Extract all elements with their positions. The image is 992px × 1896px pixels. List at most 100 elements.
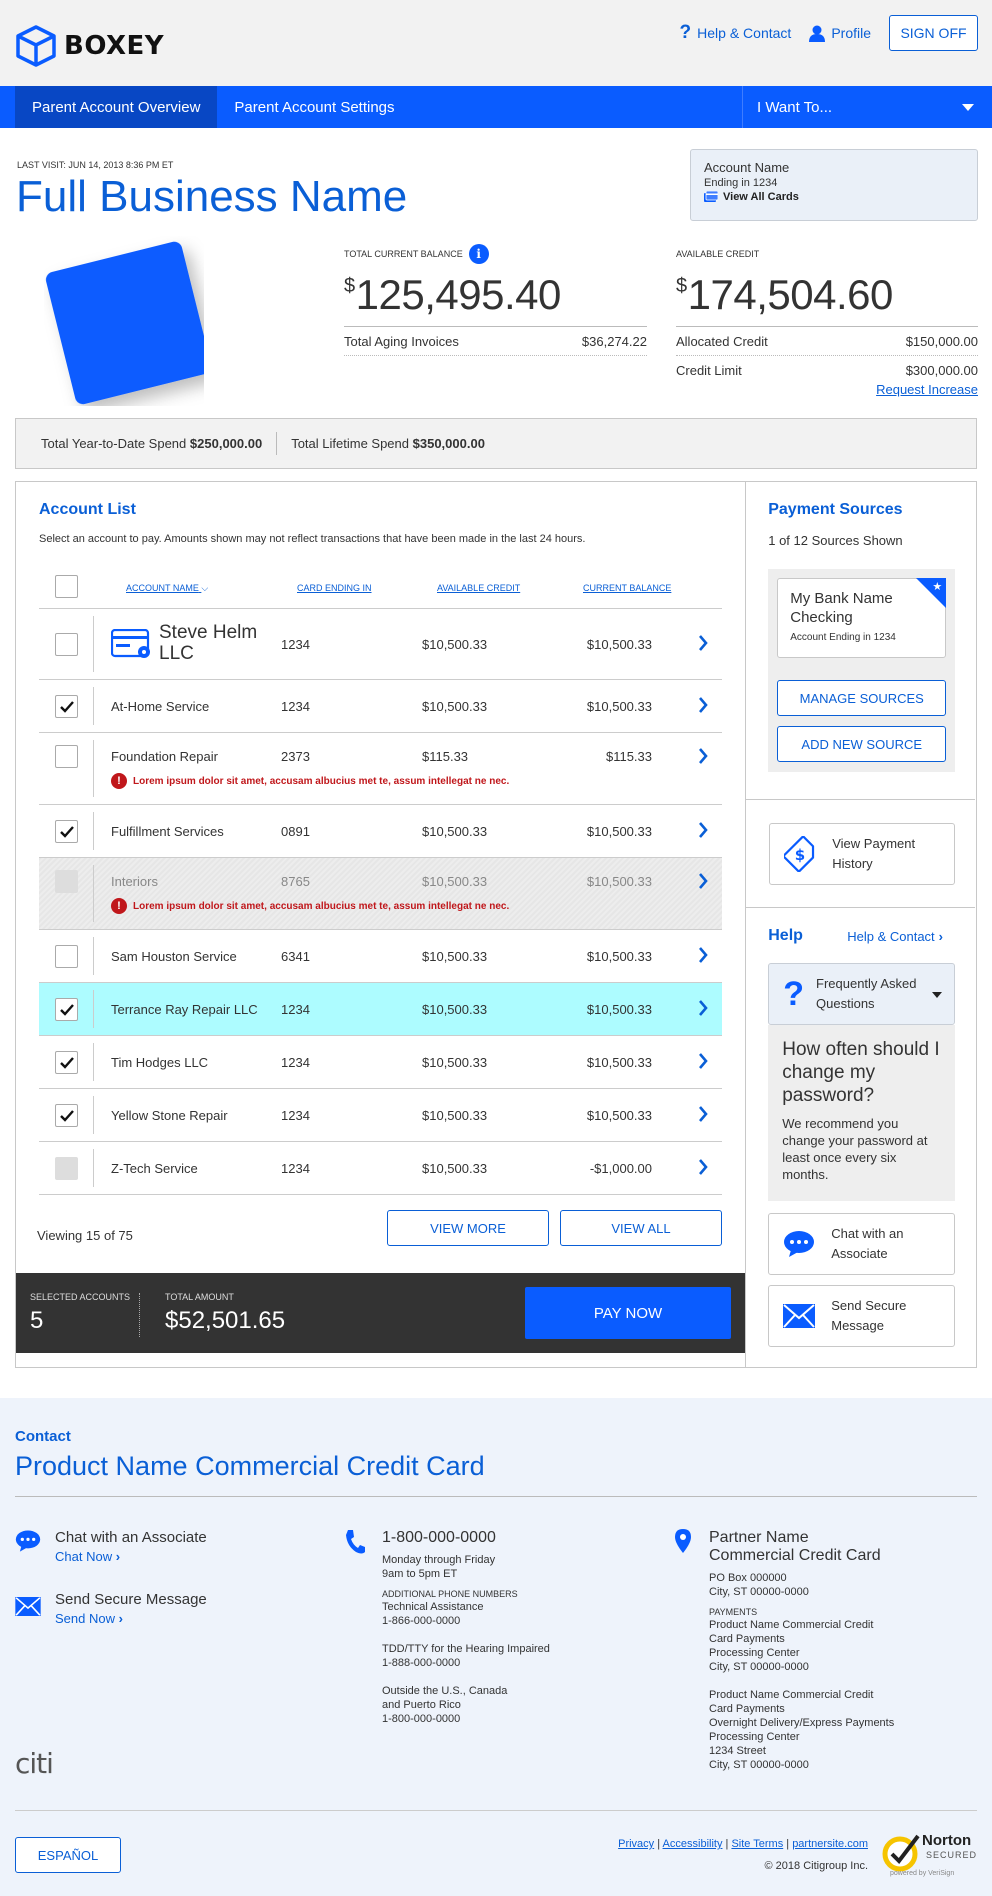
column-card-ending[interactable]: CARD ENDING IN [297, 583, 372, 593]
view-payment-history-button[interactable]: $ View Payment History [769, 823, 956, 885]
norton-check-icon [882, 1834, 920, 1872]
bank-source-card[interactable]: ★ My Bank Name Checking Account Ending i… [777, 578, 947, 658]
table-row[interactable]: Yellow Stone Repair 1234 $10,500.33 $10,500… [39, 1089, 722, 1142]
phone-number[interactable]: 1-800-000-0000 [382, 1529, 550, 1547]
question-icon: ? [679, 22, 692, 43]
viewing-count: Viewing 15 of 75 [37, 1228, 133, 1243]
column-available-credit[interactable]: AVAILABLE CREDIT [437, 583, 520, 593]
row-checkbox[interactable] [55, 1104, 78, 1127]
table-row[interactable]: Tim Hodges LLC 1234 $10,500.33 $10,500.33 [39, 1036, 722, 1089]
view-more-button[interactable]: VIEW MORE [387, 1210, 549, 1246]
account-name[interactable]: Yellow Stone Repair [111, 1108, 228, 1123]
add-new-source-button[interactable]: ADD NEW SOURCE [777, 726, 947, 762]
message-heading: Send Secure Message [55, 1591, 207, 1608]
faq-question: How often should I change my password? [782, 1039, 940, 1106]
account-name[interactable]: Tim Hodges LLC [111, 1055, 208, 1070]
boxey-logo[interactable]: BOXEY [14, 24, 164, 68]
account-name[interactable]: Sam Houston Service [111, 949, 237, 964]
row-checkbox[interactable] [55, 1157, 78, 1180]
chevron-right-icon[interactable] [698, 1105, 708, 1126]
partnersite-link[interactable]: partnersite.com [792, 1838, 868, 1850]
address-line: Card Payments [709, 1633, 785, 1645]
info-icon[interactable]: i [468, 244, 489, 264]
chevron-right-icon[interactable] [698, 696, 708, 717]
envelope-icon [15, 1597, 41, 1616]
profile-link[interactable]: Profile [809, 25, 871, 42]
column-account-name[interactable]: ACCOUNT NAME ⌵ [126, 583, 208, 594]
select-all-checkbox[interactable] [55, 575, 78, 598]
account-name[interactable]: Terrance Ray Repair LLC [111, 1002, 258, 1017]
site-terms-link[interactable]: Site Terms [731, 1838, 783, 1850]
chevron-right-icon[interactable] [698, 634, 708, 655]
account-name[interactable]: At-Home Service [111, 699, 209, 714]
table-row[interactable]: Foundation Repair 2373 $115.33 $115.33! Lore… [39, 733, 722, 805]
row-checkbox[interactable] [55, 945, 78, 968]
chevron-right-icon[interactable] [698, 747, 708, 768]
row-checkbox[interactable] [55, 633, 78, 656]
chevron-right-icon[interactable] [698, 1158, 708, 1179]
row-checkbox[interactable] [55, 998, 78, 1021]
account-name[interactable]: Z-Tech Service [111, 1161, 198, 1176]
account-summary: LAST VISIT: JUN 14, 2013 8:36 PM ET Full… [0, 128, 992, 418]
table-row[interactable]: At-Home Service 1234 $10,500.33 $10,500.33 [39, 680, 722, 733]
norton-secured-badge[interactable]: Norton SECURED powered by VeriSign [882, 1828, 978, 1882]
user-icon [809, 25, 826, 42]
view-all-button[interactable]: VIEW ALL [560, 1210, 722, 1246]
table-row[interactable]: Interiors 8765 $10,500.33 $10,500.33! Lorem … [39, 858, 722, 930]
available-credit-section: AVAILABLE CREDIT $174,504.60 Allocated C… [676, 243, 978, 397]
address-line: City, ST 00000-0000 [709, 1586, 809, 1598]
table-row[interactable]: Z-Tech Service 1234 $10,500.33 -$1,000.00 [39, 1142, 722, 1195]
card-ending: 2373 [281, 749, 310, 764]
contact-title: Product Name Commercial Credit Card [15, 1451, 485, 1481]
account-selector-box[interactable]: Account Name Ending in 1234 View All Car… [690, 149, 978, 221]
chevron-right-icon[interactable] [698, 999, 708, 1020]
available-credit: $10,500.33 [422, 874, 488, 889]
row-checkbox[interactable] [55, 695, 78, 718]
faq-dropdown[interactable]: ? Frequently Asked Questions [768, 963, 956, 1025]
help-contact-link[interactable]: ? Help & Contact [680, 22, 792, 44]
table-row[interactable]: Steve Helm LLC 1234 $10,500.33 $10,500.33 [39, 609, 722, 680]
chevron-right-icon[interactable] [698, 821, 708, 842]
divider [93, 687, 94, 725]
sidebar-help-contact-link[interactable]: Help & Contact › [847, 929, 943, 944]
available-credit: $10,500.33 [422, 1055, 488, 1070]
aging-label: Total Aging Invoices [344, 334, 459, 349]
row-checkbox[interactable] [55, 820, 78, 843]
bank-name: My Bank Name Checking [790, 590, 893, 626]
espanol-button[interactable]: ESPAÑOL [15, 1837, 121, 1873]
contact-address: Partner Name Commercial Credit Card PO B… [675, 1529, 894, 1772]
chat-associate-button[interactable]: Chat with an Associate [768, 1213, 956, 1275]
account-name[interactable]: Foundation Repair [111, 749, 218, 764]
footer: ESPAÑOL Privacy | Accessibility | Site T… [0, 1810, 992, 1896]
table-row[interactable]: Terrance Ray Repair LLC 1234 $10,500.33 $10… [39, 983, 722, 1036]
account-name[interactable]: Fulfillment Services [111, 824, 224, 839]
send-secure-message-button[interactable]: Send Secure Message [768, 1285, 956, 1347]
i-want-to-dropdown[interactable]: I Want To... [742, 86, 992, 128]
chat-now-link[interactable]: Chat Now › [55, 1549, 207, 1564]
allocated-label: Allocated Credit [676, 334, 768, 349]
tab-parent-account-settings[interactable]: Parent Account Settings [217, 86, 411, 128]
row-checkbox[interactable] [55, 1051, 78, 1074]
column-current-balance[interactable]: CURRENT BALANCE [583, 583, 671, 593]
privacy-link[interactable]: Privacy [618, 1838, 654, 1850]
chevron-right-icon[interactable] [698, 872, 708, 893]
account-name[interactable]: Steve Helm LLC [159, 622, 279, 664]
chevron-right-icon[interactable] [698, 946, 708, 967]
address-line: Processing Center [709, 1731, 800, 1743]
pay-now-button[interactable]: PAY NOW [525, 1287, 731, 1339]
manage-sources-button[interactable]: MANAGE SOURCES [777, 680, 947, 716]
accessibility-link[interactable]: Accessibility [663, 1838, 723, 1850]
sign-off-button[interactable]: SIGN OFF [889, 15, 978, 51]
tab-parent-account-overview[interactable]: Parent Account Overview [15, 86, 218, 128]
brand-name: BOXEY [64, 31, 165, 61]
send-now-link[interactable]: Send Now › [55, 1611, 207, 1626]
view-all-cards-link[interactable]: View All Cards [704, 191, 964, 203]
chevron-right-icon[interactable] [698, 1052, 708, 1073]
request-increase-link[interactable]: Request Increase [676, 382, 978, 397]
row-checkbox[interactable] [55, 745, 78, 768]
table-row[interactable]: Fulfillment Services 0891 $10,500.33 $10,50… [39, 805, 722, 858]
map-pin-icon [675, 1529, 691, 1553]
account-name[interactable]: Interiors [111, 874, 158, 889]
profile-label: Profile [831, 25, 871, 41]
table-row[interactable]: Sam Houston Service 6341 $10,500.33 $10,500… [39, 930, 722, 983]
